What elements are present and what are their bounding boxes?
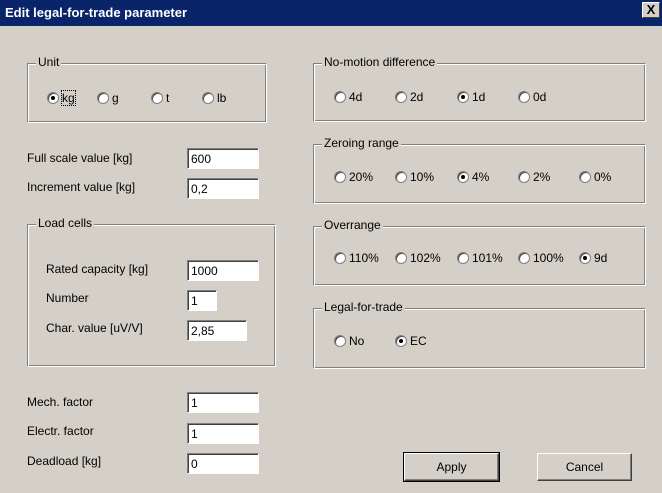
- unit-group-label: Unit: [36, 55, 62, 69]
- close-icon: X: [646, 2, 656, 17]
- radio-label: EC: [410, 334, 427, 348]
- radio-button-icon[interactable]: [97, 92, 109, 104]
- radio-label: 2%: [533, 170, 551, 184]
- zeroing-group-label: Zeroing range: [322, 136, 401, 150]
- overrange-radio-110pct[interactable]: 110%: [334, 251, 379, 265]
- radio-button-icon[interactable]: [457, 252, 469, 264]
- no-motion-group-label: No-motion difference: [322, 55, 438, 69]
- radio-label: g: [112, 91, 119, 105]
- zeroing-radio-2pct[interactable]: 2%: [518, 170, 550, 184]
- number-input[interactable]: 1: [187, 290, 217, 311]
- overrange-group-label: Overrange: [322, 218, 383, 232]
- radio-button-icon[interactable]: [457, 171, 469, 183]
- radio-button-icon[interactable]: [518, 171, 530, 183]
- radio-label: 4%: [472, 170, 490, 184]
- rated-capacity-input[interactable]: 1000: [187, 260, 259, 281]
- full-scale-label: Full scale value [kg]: [27, 151, 133, 165]
- overrange-radio-9d[interactable]: 9d: [579, 251, 607, 265]
- overrange-radio-101pct[interactable]: 101%: [457, 251, 503, 265]
- radio-button-icon[interactable]: [334, 335, 346, 347]
- close-button[interactable]: X: [642, 2, 660, 18]
- unit-radio-t[interactable]: t: [151, 91, 169, 105]
- window-title: Edit legal-for-trade parameter: [5, 5, 188, 20]
- mech-factor-input[interactable]: 1: [187, 392, 259, 413]
- full-scale-input[interactable]: 600: [187, 148, 259, 169]
- zeroing-radio-20pct[interactable]: 20%: [334, 170, 373, 184]
- radio-button-icon[interactable]: [395, 252, 407, 264]
- no-motion-radio-2d[interactable]: 2d: [395, 90, 423, 104]
- radio-label: 102%: [410, 251, 441, 265]
- char-value-input[interactable]: 2,85: [187, 320, 247, 341]
- title-bar: Edit legal-for-trade parameter X: [0, 0, 662, 26]
- no-motion-radio-1d[interactable]: 1d: [457, 90, 485, 104]
- no-motion-radio-0d[interactable]: 0d: [518, 90, 546, 104]
- radio-label: 0%: [594, 170, 612, 184]
- radio-button-icon[interactable]: [395, 91, 407, 103]
- radio-label: 9d: [594, 251, 608, 265]
- radio-button-icon[interactable]: [151, 92, 163, 104]
- char-value-label: Char. value [uV/V]: [46, 321, 143, 335]
- no-motion-radio-4d[interactable]: 4d: [334, 90, 362, 104]
- radio-label: 1d: [472, 90, 486, 104]
- radio-label: 0d: [533, 90, 547, 104]
- increment-label: Increment value [kg]: [27, 180, 136, 194]
- radio-button-icon[interactable]: [579, 171, 591, 183]
- legal-radio-EC[interactable]: EC: [395, 334, 427, 348]
- deadload-input[interactable]: 0: [187, 453, 259, 474]
- radio-label: 2d: [410, 90, 424, 104]
- increment-input[interactable]: 0,2: [187, 178, 259, 199]
- radio-label: 110%: [349, 251, 379, 265]
- cancel-button[interactable]: Cancel: [537, 453, 632, 481]
- radio-label: lb: [217, 91, 227, 105]
- radio-label: kg: [61, 90, 76, 106]
- radio-button-icon[interactable]: [457, 91, 469, 103]
- deadload-label: Deadload [kg]: [27, 454, 102, 468]
- unit-radio-kg[interactable]: kg: [47, 90, 76, 106]
- radio-label: 10%: [410, 170, 435, 184]
- zeroing-radio-10pct[interactable]: 10%: [395, 170, 434, 184]
- mech-factor-label: Mech. factor: [27, 395, 94, 409]
- radio-button-icon[interactable]: [202, 92, 214, 104]
- radio-label: 20%: [349, 170, 374, 184]
- radio-button-icon[interactable]: [334, 171, 346, 183]
- radio-button-icon[interactable]: [518, 91, 530, 103]
- legal-group-label: Legal-for-trade: [322, 300, 405, 314]
- apply-button[interactable]: Apply: [403, 452, 500, 482]
- radio-button-icon[interactable]: [334, 91, 346, 103]
- radio-label: 4d: [349, 90, 363, 104]
- number-label: Number: [46, 291, 89, 305]
- radio-button-icon[interactable]: [395, 335, 407, 347]
- overrange-radio-100pct[interactable]: 100%: [518, 251, 564, 265]
- unit-radio-lb[interactable]: lb: [202, 91, 226, 105]
- electr-factor-input[interactable]: 1: [187, 423, 259, 444]
- radio-button-icon[interactable]: [518, 252, 530, 264]
- overrange-radio-102pct[interactable]: 102%: [395, 251, 441, 265]
- radio-label: t: [166, 91, 170, 105]
- radio-label: No: [349, 334, 365, 348]
- rated-capacity-label: Rated capacity [kg]: [46, 262, 149, 276]
- radio-button-icon[interactable]: [334, 252, 346, 264]
- radio-label: 100%: [533, 251, 564, 265]
- zeroing-radio-0pct[interactable]: 0%: [579, 170, 611, 184]
- legal-radio-No[interactable]: No: [334, 334, 364, 348]
- radio-button-icon[interactable]: [579, 252, 591, 264]
- zeroing-radio-4pct[interactable]: 4%: [457, 170, 489, 184]
- load-cells-group-label: Load cells: [36, 216, 95, 230]
- radio-button-icon[interactable]: [47, 92, 59, 104]
- radio-label: 101%: [472, 251, 503, 265]
- unit-radio-g[interactable]: g: [97, 91, 119, 105]
- radio-button-icon[interactable]: [395, 171, 407, 183]
- electr-factor-label: Electr. factor: [27, 424, 94, 438]
